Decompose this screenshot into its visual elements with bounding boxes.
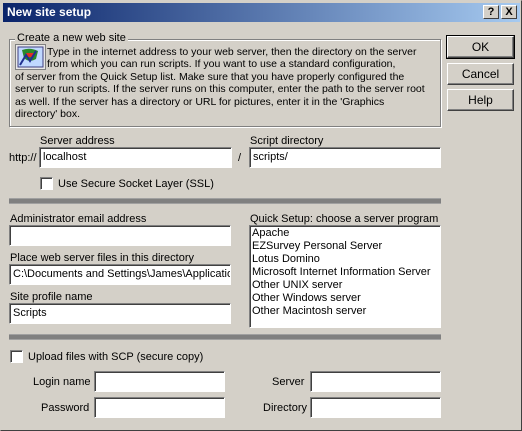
- create-description-line-1: Type in the internet address to your web…: [47, 46, 417, 58]
- web-globe-icon: [15, 44, 46, 70]
- quick-setup-item-apache[interactable]: Apache: [252, 227, 438, 240]
- password-label: Password: [41, 402, 90, 414]
- scp-server-label: Server: [272, 376, 305, 388]
- help-button[interactable]: Help: [447, 89, 514, 111]
- separator-1: [9, 198, 441, 204]
- create-description-line-4: server to run scripts. If the server run…: [15, 83, 425, 95]
- script-directory-label: Script directory: [250, 135, 324, 147]
- create-site-legend: Create a new web site: [15, 32, 128, 44]
- help-question-button[interactable]: ?: [483, 5, 499, 19]
- scp-server-input[interactable]: [310, 371, 441, 392]
- server-address-label: Server address: [40, 135, 115, 147]
- create-description-line-2: from which you can run scripts. If you w…: [47, 58, 396, 70]
- window-title: New site setup: [7, 5, 92, 19]
- create-description-line-3: of server from the Quick Setup list. Mak…: [15, 71, 405, 83]
- login-name-input[interactable]: [94, 371, 225, 392]
- place-files-input[interactable]: C:\Documents and Settings\James\Applicat…: [9, 264, 231, 285]
- quick-setup-item-lotus-domino[interactable]: Lotus Domino: [252, 253, 438, 266]
- scp-directory-input[interactable]: [310, 397, 441, 418]
- scp-checkbox[interactable]: [10, 350, 23, 363]
- quick-setup-item-other-windows[interactable]: Other Windows server: [252, 292, 438, 305]
- scp-directory-label: Directory: [263, 402, 308, 414]
- ssl-checkbox[interactable]: [40, 177, 53, 190]
- ssl-label: Use Secure Socket Layer (SSL): [58, 178, 214, 190]
- quick-setup-label: Quick Setup: choose a server program: [250, 213, 439, 225]
- login-name-label: Login name: [33, 376, 91, 388]
- slash-separator: /: [238, 152, 242, 164]
- ok-button[interactable]: OK: [446, 35, 515, 59]
- title-bar: New site setup ? X: [3, 3, 520, 22]
- http-prefix-label: http://: [9, 152, 37, 164]
- dialog-window: New site setup ? X Create a new web site…: [0, 0, 522, 431]
- quick-setup-item-other-macintosh[interactable]: Other Macintosh server: [252, 305, 438, 318]
- quick-setup-list[interactable]: Apache EZSurvey Personal Server Lotus Do…: [249, 225, 441, 328]
- separator-2: [9, 334, 441, 340]
- create-description-line-6: directory' box.: [15, 108, 81, 120]
- place-files-label: Place web server files in this directory: [10, 252, 195, 264]
- password-input[interactable]: [94, 397, 225, 418]
- create-description-line-5: as well. If the server has a directory o…: [15, 96, 385, 108]
- scp-label: Upload files with SCP (secure copy): [28, 351, 204, 363]
- site-profile-label: Site profile name: [10, 291, 93, 303]
- quick-setup-item-ezsurvey[interactable]: EZSurvey Personal Server: [252, 240, 438, 253]
- site-profile-input[interactable]: Scripts: [9, 303, 231, 324]
- cancel-button[interactable]: Cancel: [447, 63, 514, 85]
- server-address-input[interactable]: localhost: [39, 147, 232, 168]
- script-directory-input[interactable]: scripts/: [249, 147, 441, 168]
- admin-email-label: Administrator email address: [10, 213, 147, 225]
- quick-setup-item-other-unix[interactable]: Other UNIX server: [252, 279, 438, 292]
- admin-email-input[interactable]: [9, 225, 231, 246]
- quick-setup-item-iis[interactable]: Microsoft Internet Information Server: [252, 266, 438, 279]
- close-button[interactable]: X: [501, 5, 517, 19]
